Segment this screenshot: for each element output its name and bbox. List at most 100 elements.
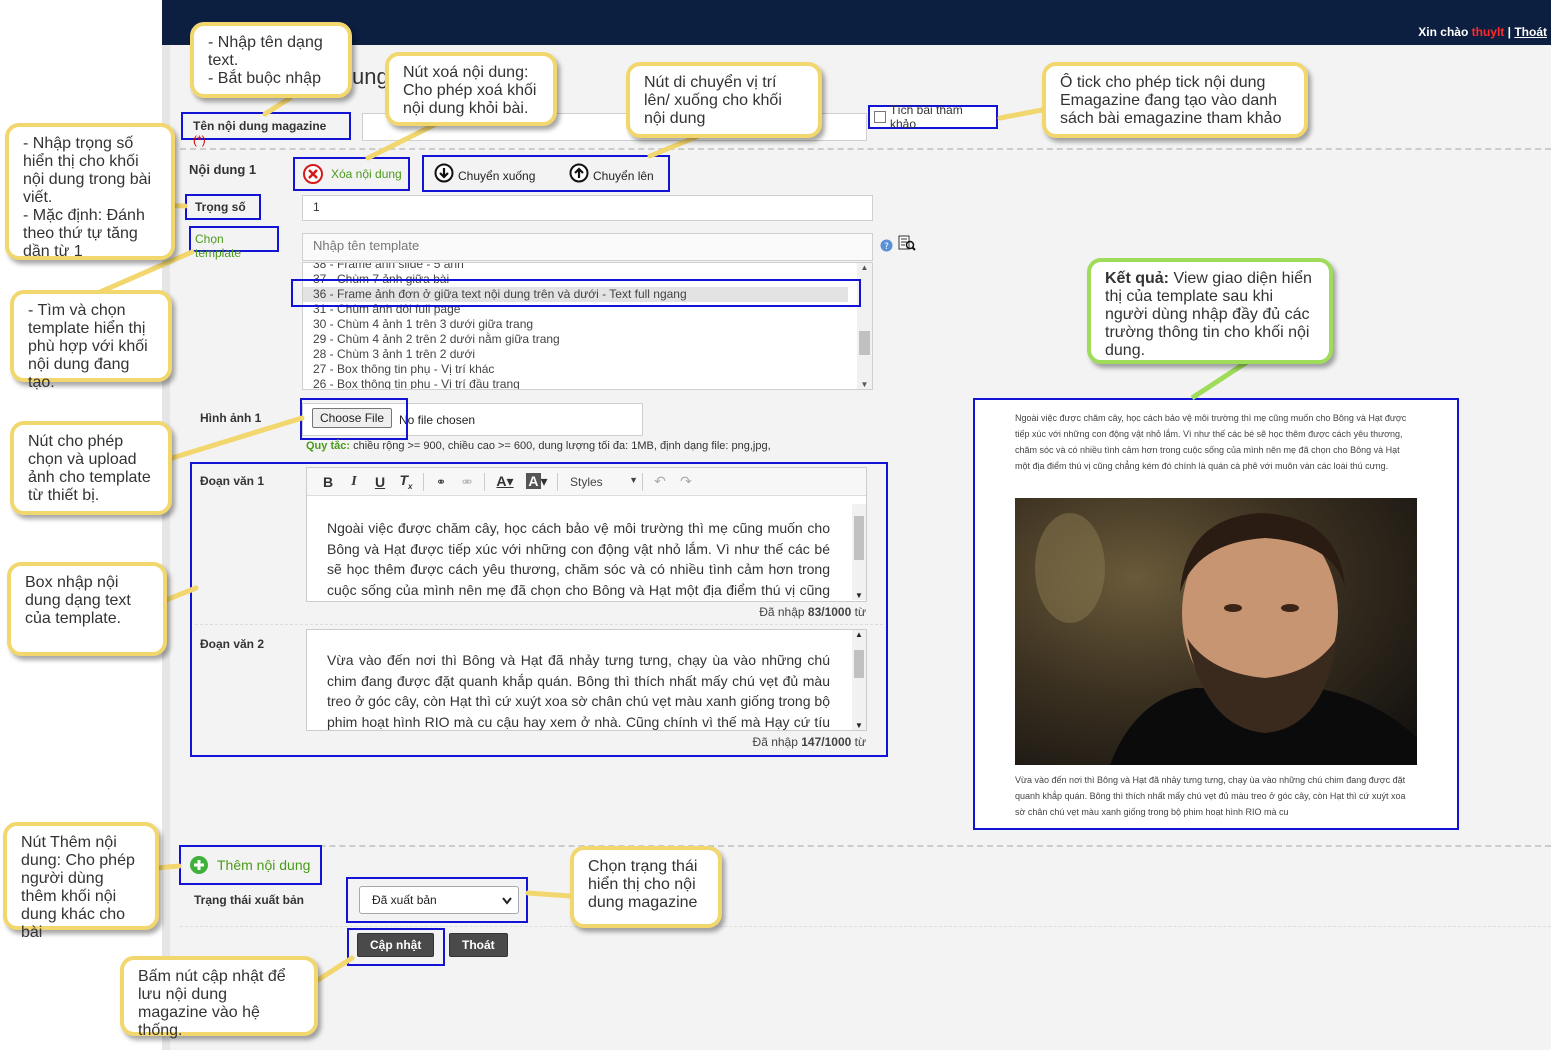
weight-input[interactable]: 1 [302,195,873,221]
scroll-down-icon[interactable]: ▼ [852,721,866,730]
callout-add-content: Nút Thêm nội dung: Cho phép người dùng t… [3,822,159,941]
styles-label: Styles [570,474,603,489]
template-search-placeholder: Nhập tên template [313,238,420,253]
required-mark: (*) [193,133,206,147]
divider [180,148,1551,150]
callout-text-box: Box nhập nội dung dạng text của template… [7,562,167,656]
weight-label-text: Trọng số [195,200,246,214]
exit-button[interactable]: Thoát [449,933,508,957]
callout-result: Kết quả: View giao diện hiển thị của tem… [1087,258,1333,364]
no-file-text: No file chosen [399,413,476,427]
redo-icon[interactable]: ↷ [673,473,699,490]
move-down-button[interactable]: Chuyển xuống [434,163,535,183]
callout-move-buttons: Nút di chuyển vị trí lên/ xuống cho khối… [626,62,822,138]
divider [180,845,1551,847]
bg-color-icon[interactable]: A ▾ [521,473,553,490]
section-label: Nội dung 1 [189,162,257,177]
template-option[interactable]: 30 - Chùm 4 ảnh 1 trên 3 dưới giữa trang [303,317,858,332]
underline-icon[interactable]: U [367,474,393,490]
callout-result-bold: Kết quả: [1105,270,1169,287]
text-color-icon[interactable]: A▾ [489,473,521,490]
arrow-up-circle-icon [569,163,589,183]
move-buttons-group: Chuyển xuống Chuyển lên [422,155,670,192]
choose-file-highlight: Choose File [300,398,408,440]
scroll-down-icon[interactable]: ▼ [852,591,866,600]
status-select[interactable]: Đã xuất bản [359,886,519,914]
checkbox-icon[interactable] [874,111,886,123]
callout-upload: Nút cho phép chọn và upload ảnh cho temp… [10,421,172,515]
count-suffix: từ [851,735,866,749]
logout-link[interactable]: Thoát [1514,25,1547,39]
top-bar: Xin chào thuylt | Thoát [162,0,1551,45]
count-value: 147/1000 [801,735,852,749]
add-content-label: Thêm nội dung [217,857,311,873]
italic-icon[interactable]: I [341,474,367,490]
delete-icon [303,164,323,184]
scroll-thumb[interactable] [859,331,870,355]
callout-update: Bấm nút cập nhật để lưu nội dung magazin… [120,956,318,1039]
template-option[interactable]: 38 - Frame ảnh slide - 5 ảnh [303,263,858,272]
move-up-button[interactable]: Chuyển lên [569,163,654,183]
add-content-button[interactable]: Thêm nội dung [179,845,322,885]
rule-prefix: Quy tắc: [306,440,351,452]
move-down-label: Chuyển xuống [458,169,536,183]
paragraph1-editor[interactable]: B I U Tx ⚭ ⚮ A▾ A ▾ Styles ▼ ↶ ↷ Ngoài việ… [306,467,867,602]
template-option[interactable]: 29 - Chùm 4 ảnh 2 trên 2 dưới nằm giữa t… [303,332,858,347]
scroll-up-icon[interactable]: ▲ [852,630,866,639]
toolbar-separator [557,472,558,491]
image-label: Hình ảnh 1 [200,411,262,425]
callout-weight: - Nhập trọng số hiển thị cho khối nội du… [5,123,175,260]
scroll-down-icon[interactable]: ▼ [857,380,872,389]
undo-icon[interactable]: ↶ [647,473,673,490]
paragraph1-scrollbar[interactable]: ▼ [852,504,866,600]
choose-file-button[interactable]: Choose File [312,408,393,428]
template-option[interactable]: 28 - Chùm 3 ảnh 1 trên 2 dưới [303,347,858,362]
template-option[interactable]: 27 - Box thông tin phụ - Vị trí khác [303,362,858,377]
preview-photo [1015,498,1417,765]
help-icon[interactable]: ? [880,239,893,252]
paragraph2-count: Đã nhập 147/1000 từ [706,735,866,749]
link-icon[interactable]: ⚭ [428,475,454,489]
plus-circle-icon [190,856,208,874]
weight-label: Trọng số [185,194,261,220]
page-title: ung [352,64,389,89]
callout-name-field: - Nhập tên dạng text. - Bắt buộc nhập [190,22,352,98]
bold-icon[interactable]: B [315,474,341,490]
template-preview: Ngoài việc được chăm cây, học cách bảo v… [973,398,1459,830]
username: thuylt [1471,25,1505,39]
template-label-text: Chọn template [195,232,242,260]
paragraph2-text[interactable]: Vừa vào đến nơi thì Bông và Hạt đã nhảy … [307,630,866,730]
divider [180,926,1551,927]
scroll-thumb[interactable] [854,650,864,678]
scroll-up-icon[interactable]: ▲ [857,263,872,272]
callout-status: Chọn trạng thái hiển thị cho nội dung ma… [570,846,722,928]
template-option[interactable]: 26 - Box thông tin phụ - Vị trí đầu tran… [303,377,858,389]
update-button[interactable]: Cập nhật [357,933,435,957]
reference-checkbox[interactable]: Tích bài tham khảo [868,103,998,131]
preview-text-bottom: Vừa vào đến nơi thì Bông và Hạt đã nhảy … [1015,775,1406,817]
preview-icon[interactable] [898,235,916,251]
callout-reference-checkbox: Ô tick cho phép tick nội dung Emagazine … [1042,62,1308,138]
template-search-input[interactable]: Nhập tên template [302,233,873,261]
toolbar-separator [484,472,485,491]
weight-value: 1 [313,200,320,214]
status-value: Đã xuất bản [372,893,437,907]
paragraph1-text[interactable]: Ngoài việc được chăm cây, học cách bảo v… [307,496,866,600]
arrow-down-circle-icon [434,163,454,183]
rule-text: chiều rộng >= 900, chiều cao >= 600, dun… [350,440,771,452]
reference-checkbox-label: Tích bài tham khảo [890,103,963,131]
delete-content-button[interactable]: Xóa nội dung [293,157,410,191]
toolbar-separator [642,472,643,491]
count-value: 83/1000 [807,605,852,619]
greeting-text: Xin chào [1418,25,1469,39]
paragraph1-count: Đã nhập 83/1000 từ [706,605,866,619]
styles-dropdown[interactable]: Styles ▼ [562,475,638,489]
chevron-down-icon [502,897,512,905]
scroll-thumb[interactable] [854,516,864,560]
unlink-icon[interactable]: ⚮ [454,475,480,489]
remove-format-icon[interactable]: Tx [393,472,419,491]
paragraph2-scrollbar[interactable]: ▲ ▼ [852,630,866,730]
paragraph2-editor[interactable]: Vừa vào đến nơi thì Bông và Hạt đã nhảy … [306,629,867,731]
count-prefix: Đã nhập [752,735,802,749]
callout-delete-button: Nút xoá nội dung: Cho phép xoá khối nội … [385,52,557,126]
